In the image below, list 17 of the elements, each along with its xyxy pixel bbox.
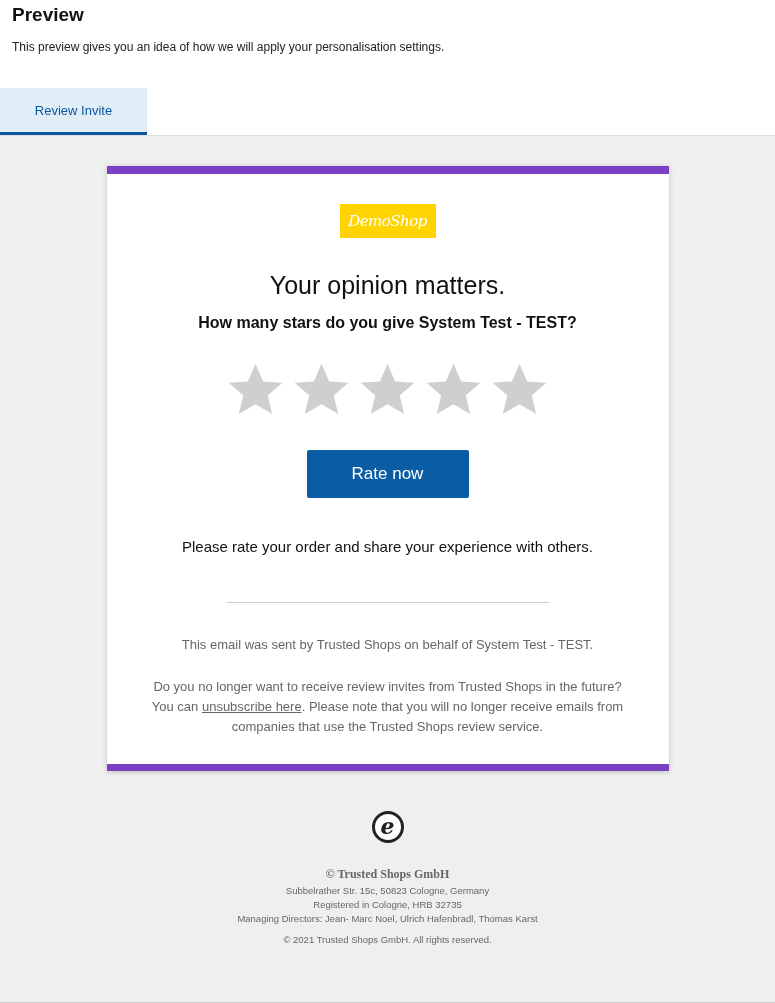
sender-note: This email was sent by Trusted Shops on behalf of System Test - TEST. <box>181 636 594 654</box>
unsubscribe-note: Do you no longer want to receive review invites from Trusted Shops in the future? You can unsubscribe here. Please note that you will no longer receive emails from companies that use the Trusted Shops review service. <box>150 678 625 736</box>
shop-logo: DemoShop <box>339 204 436 238</box>
rating-prompt: Please rate your order and share your experience with others. <box>181 538 594 555</box>
unsubscribe-link[interactable]: unsubscribe here <box>201 699 302 714</box>
company-detail: Managing Directors: Jean- Marc Noel, Ulrich Hafenbradl, Thomas Karst <box>237 913 538 924</box>
company-detail: Subbelrather Str. 15c, 50823 Cologne, Germany <box>285 885 490 896</box>
tab[interactable]: Review Invite <box>0 88 147 135</box>
rate-now-button[interactable]: Rate now <box>306 450 469 498</box>
trustmark-logo: e <box>371 811 404 843</box>
company-name: © Trusted Shops GmbH <box>325 867 450 882</box>
copyright-text: © 2021 Trusted Shops GmbH. All rights reserved. <box>283 934 492 945</box>
company-detail: Registered in Cologne, HRB 32735 <box>313 899 462 910</box>
page-title: Preview <box>12 4 85 26</box>
email-heading: Your opinion matters. <box>269 271 506 300</box>
rating-question: How many stars do you give System Test - TEST? <box>198 314 577 332</box>
page-description: This preview gives you an idea of how we will apply your personalisation settings. <box>12 40 446 54</box>
